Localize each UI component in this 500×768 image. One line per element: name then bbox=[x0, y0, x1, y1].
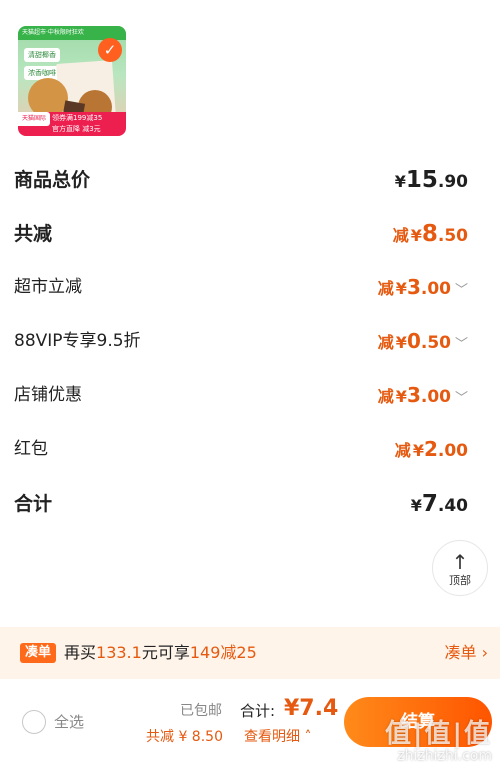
store-discount-label: 店铺优惠 bbox=[14, 385, 82, 405]
discount-integer: 2 bbox=[423, 437, 438, 461]
tmall-global-badge: 天猫国际 bbox=[18, 112, 50, 126]
thumbnail-tag-1: 清甜椰香 bbox=[24, 48, 60, 62]
total-integer: 7 bbox=[421, 491, 438, 517]
discount-decimal: .00 bbox=[437, 441, 468, 461]
checkout-button[interactable]: 结算 bbox=[344, 697, 492, 747]
discount-integer: 3 bbox=[406, 275, 421, 299]
yen-sign: ¥ bbox=[412, 441, 424, 460]
select-all-label[interactable]: 全选 bbox=[54, 710, 84, 734]
discount-prefix: 减 bbox=[377, 333, 394, 352]
row-supermarket-discount[interactable]: 超市立减 减 ¥ 3 .00 ﹀ bbox=[14, 270, 468, 304]
store-discount-value: 减 ¥ 3 .00 ﹀ bbox=[378, 378, 468, 416]
row-total-discount: 共减 减 ¥ 8 .50 bbox=[14, 217, 468, 251]
add-on-promo-bar[interactable]: 凑单 再买133.1元可享149减25 凑单 › bbox=[0, 627, 500, 679]
red-packet-label: 红包 bbox=[14, 439, 48, 459]
checkout-discount-summary: 共减 ¥ 8.50 bbox=[146, 729, 223, 745]
discount-integer: 8 bbox=[421, 221, 438, 247]
discount-prefix: 减 bbox=[392, 226, 409, 245]
total-discount-label: 共减 bbox=[14, 223, 53, 245]
chevron-down-icon[interactable]: ﹀ bbox=[455, 328, 468, 362]
total-decimal: .40 bbox=[437, 496, 468, 516]
promo-amount: 133.1 bbox=[96, 643, 142, 662]
chevron-down-icon[interactable]: ﹀ bbox=[455, 382, 468, 416]
add-on-link[interactable]: 凑单 › bbox=[445, 627, 489, 679]
discount-decimal: .50 bbox=[420, 333, 451, 353]
vip-discount-value: 减 ¥ 0 .50 ﹀ bbox=[378, 324, 468, 362]
select-all-radio[interactable] bbox=[22, 710, 46, 734]
view-details-link[interactable]: 查看明细 ˄ bbox=[244, 727, 311, 747]
product-thumbnail[interactable]: 天猫超市·中秋限时狂欢 清甜椰香 浓香咖啡 ✓ 领券满199减35 官方直降 减… bbox=[18, 26, 126, 136]
discount-decimal: .50 bbox=[437, 226, 468, 246]
promo-offer: 149减25 bbox=[189, 643, 257, 662]
yen-sign: ¥ bbox=[395, 387, 407, 406]
discount-decimal: .00 bbox=[420, 387, 451, 407]
row-total-price: 商品总价 ¥ 15 .90 bbox=[14, 163, 468, 197]
grand-total-value: ¥ 7 .40 bbox=[411, 487, 468, 523]
discount-integer: 0 bbox=[406, 329, 421, 353]
yen-sign: ¥ bbox=[394, 172, 406, 191]
red-packet-value: 减 ¥ 2 .00 bbox=[395, 432, 468, 468]
supermarket-discount-value: 减 ¥ 3 .00 ﹀ bbox=[378, 270, 468, 308]
discount-prefix: 减 bbox=[377, 279, 394, 298]
yen-sign: ¥ bbox=[410, 226, 422, 245]
coupon-text-2: 官方直降 减3元 bbox=[52, 125, 101, 133]
add-on-tag: 凑单 bbox=[20, 643, 57, 663]
row-88vip-discount[interactable]: 88VIP专享9.5折 减 ¥ 0 .50 ﹀ bbox=[14, 324, 468, 358]
total-discount-value: 减 ¥ 8 .50 bbox=[393, 217, 468, 253]
promo-text-prefix: 再买 bbox=[64, 643, 97, 662]
row-red-packet: 红包 减 ¥ 2 .00 bbox=[14, 432, 468, 466]
total-price-value: ¥ 15 .90 bbox=[395, 163, 468, 199]
free-shipping-label: 已包邮 bbox=[180, 703, 222, 719]
row-store-discount[interactable]: 店铺优惠 减 ¥ 3 .00 ﹀ bbox=[14, 378, 468, 412]
checkout-total-value: ¥7.4 bbox=[284, 696, 339, 721]
discount-prefix: 减 bbox=[394, 441, 411, 460]
back-to-top-button[interactable]: ↑ 顶部 bbox=[432, 540, 488, 596]
discount-prefix: 减 bbox=[377, 387, 394, 406]
supermarket-discount-label: 超市立减 bbox=[14, 277, 82, 297]
back-to-top-label: 顶部 bbox=[449, 574, 471, 587]
yen-sign: ¥ bbox=[395, 333, 407, 352]
coupon-text-1: 领券满199减35 bbox=[52, 114, 103, 122]
watermark-url: zhizhizhi.com bbox=[397, 748, 492, 764]
price-decimal: .90 bbox=[437, 172, 468, 192]
yen-sign: ¥ bbox=[410, 496, 422, 515]
checkout-bar: 全选 已包邮 合计: ¥7.4 共减 ¥ 8.50 查看明细 ˄ 结算 值|值|… bbox=[0, 679, 500, 768]
total-price-label: 商品总价 bbox=[14, 169, 91, 191]
add-on-message: 再买133.1元可享149减25 bbox=[64, 627, 257, 679]
promo-text-mid: 元可享 bbox=[141, 643, 190, 662]
selected-check-icon[interactable]: ✓ bbox=[98, 38, 122, 62]
discount-decimal: .00 bbox=[420, 279, 451, 299]
chevron-down-icon[interactable]: ﹀ bbox=[455, 274, 468, 308]
grand-total-label: 合计 bbox=[14, 493, 53, 515]
yen-sign: ¥ bbox=[395, 279, 407, 298]
discount-integer: 3 bbox=[406, 383, 421, 407]
row-grand-total: 合计 ¥ 7 .40 bbox=[14, 487, 468, 521]
checkout-total-label: 合计: bbox=[240, 702, 276, 720]
price-integer: 15 bbox=[405, 167, 438, 193]
vip-discount-label: 88VIP专享9.5折 bbox=[14, 331, 141, 351]
arrow-up-icon: ↑ bbox=[451, 550, 469, 574]
